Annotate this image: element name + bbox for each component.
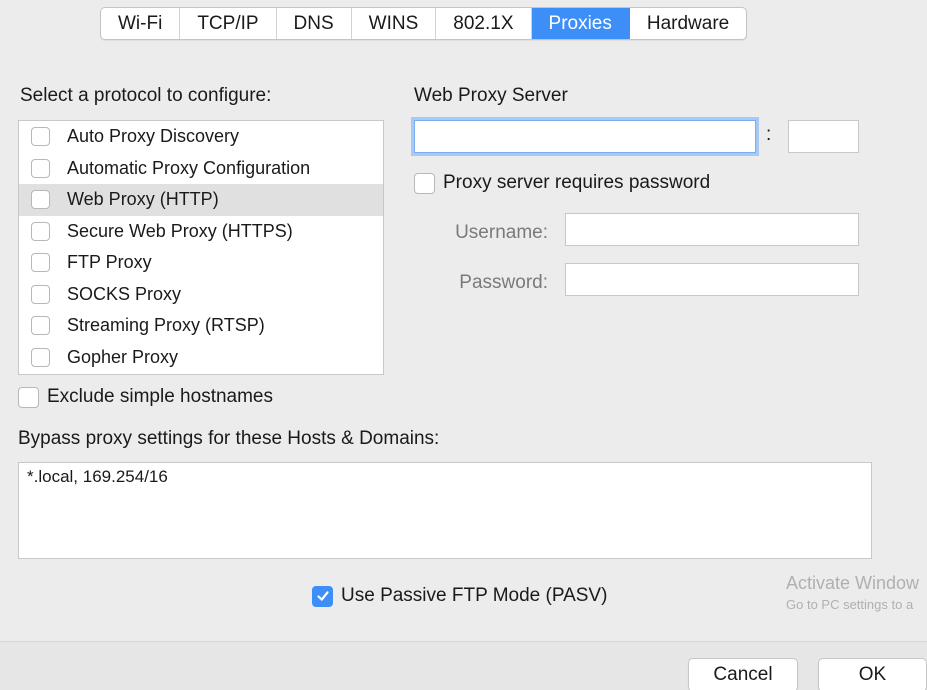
protocol-label: Web Proxy (HTTP) bbox=[67, 189, 219, 210]
tab-dns[interactable]: DNS bbox=[277, 8, 352, 39]
activation-watermark: Activate Window Go to PC settings to a bbox=[786, 573, 919, 612]
protocol-list: Auto Proxy Discovery Automatic Proxy Con… bbox=[18, 120, 384, 375]
proxy-port-input[interactable] bbox=[788, 120, 859, 153]
protocol-label: Gopher Proxy bbox=[67, 346, 179, 367]
protocol-row-auto-config[interactable]: Automatic Proxy Configuration bbox=[19, 153, 383, 185]
protocol-label: FTP Proxy bbox=[67, 252, 152, 273]
passive-ftp-option[interactable]: Use Passive FTP Mode (PASV) bbox=[312, 585, 607, 607]
passive-ftp-checkbox[interactable] bbox=[312, 585, 333, 607]
protocol-row-secure-web-proxy[interactable]: Secure Web Proxy (HTTPS) bbox=[19, 216, 383, 248]
checkbox[interactable] bbox=[31, 221, 50, 241]
protocol-row-auto-discovery[interactable]: Auto Proxy Discovery bbox=[19, 121, 383, 153]
tab-wifi[interactable]: Wi-Fi bbox=[101, 8, 181, 39]
requires-password-label: Proxy server requires password bbox=[443, 172, 711, 193]
exclude-simple-hostnames-label: Exclude simple hostnames bbox=[47, 386, 273, 407]
tab-bar: Wi-Fi TCP/IP DNS WINS 802.1X Proxies Har… bbox=[100, 7, 748, 40]
checkbox[interactable] bbox=[31, 190, 50, 210]
ok-button[interactable]: OK bbox=[818, 658, 927, 690]
protocol-row-web-proxy[interactable]: Web Proxy (HTTP) bbox=[19, 184, 383, 216]
cancel-button[interactable]: Cancel bbox=[688, 658, 798, 690]
passive-ftp-label: Use Passive FTP Mode (PASV) bbox=[341, 585, 608, 606]
protocol-label: Automatic Proxy Configuration bbox=[67, 157, 311, 178]
proxy-host-input[interactable] bbox=[414, 120, 756, 153]
protocol-row-ftp-proxy[interactable]: FTP Proxy bbox=[19, 247, 383, 279]
username-field[interactable] bbox=[565, 213, 859, 246]
protocol-row-streaming-proxy[interactable]: Streaming Proxy (RTSP) bbox=[19, 310, 383, 342]
checkbox[interactable] bbox=[31, 347, 50, 367]
bypass-hosts-textarea[interactable]: *.local, 169.254/16 bbox=[18, 462, 872, 559]
tab-wins[interactable]: WINS bbox=[352, 8, 437, 39]
tab-hardware[interactable]: Hardware bbox=[630, 8, 746, 39]
protocol-label: SOCKS Proxy bbox=[67, 283, 182, 304]
protocol-label: Auto Proxy Discovery bbox=[67, 126, 240, 147]
checkbox[interactable] bbox=[31, 253, 50, 273]
host-port-separator: : bbox=[766, 124, 772, 145]
protocol-label: Streaming Proxy (RTSP) bbox=[67, 315, 265, 336]
watermark-line-1: Activate Window bbox=[786, 573, 920, 593]
proxies-dialog: Wi-Fi TCP/IP DNS WINS 802.1X Proxies Har… bbox=[0, 0, 927, 690]
username-label: Username: bbox=[455, 222, 548, 243]
exclude-simple-hostnames-checkbox[interactable] bbox=[18, 386, 39, 408]
checkmark-icon bbox=[316, 591, 329, 601]
requires-password-checkbox[interactable] bbox=[414, 172, 435, 194]
checkbox[interactable] bbox=[31, 284, 50, 304]
exclude-simple-hostnames-option[interactable]: Exclude simple hostnames bbox=[18, 386, 273, 408]
password-label: Password: bbox=[459, 272, 548, 293]
watermark-line-2: Go to PC settings to a bbox=[786, 597, 914, 612]
checkbox[interactable] bbox=[31, 158, 50, 178]
checkbox[interactable] bbox=[31, 316, 50, 336]
protocol-label: Secure Web Proxy (HTTPS) bbox=[67, 220, 293, 241]
server-section-title: Web Proxy Server bbox=[414, 85, 568, 106]
tab-8021x[interactable]: 802.1X bbox=[436, 8, 532, 39]
tab-tcpip[interactable]: TCP/IP bbox=[180, 8, 277, 39]
protocol-row-gopher-proxy[interactable]: Gopher Proxy bbox=[19, 342, 383, 374]
protocol-row-socks-proxy[interactable]: SOCKS Proxy bbox=[19, 279, 383, 311]
requires-password-option[interactable]: Proxy server requires password bbox=[414, 172, 710, 194]
checkbox[interactable] bbox=[31, 127, 50, 147]
tab-proxies[interactable]: Proxies bbox=[531, 8, 630, 39]
protocol-list-title: Select a protocol to configure: bbox=[20, 85, 272, 106]
password-field[interactable] bbox=[565, 263, 859, 296]
bypass-label: Bypass proxy settings for these Hosts & … bbox=[18, 428, 440, 449]
